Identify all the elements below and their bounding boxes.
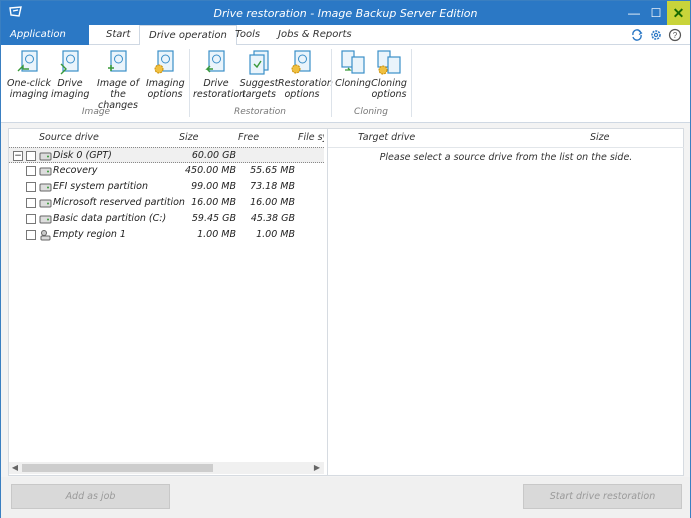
source-drive-pane: Source drive Size Free File sy − Disk 0 … [9,129,324,475]
tab-jobs-reports[interactable]: Jobs & Reports [269,25,361,45]
group-label-restoration: Restoration [234,107,286,117]
partition-name: Empty region 1 [53,229,126,240]
one-click-imaging-button[interactable]: One-click imaging [7,48,51,100]
scroll-right-icon[interactable]: ▶ [311,462,323,474]
cloning-button[interactable]: Cloning [335,48,371,89]
partition-name: Recovery [53,165,98,176]
partition-name: Microsoft reserved partition [53,197,185,208]
drive-imaging-icon [60,50,79,75]
one-click-imaging-icon [17,50,38,72]
header-divider [328,147,684,148]
row-checkbox[interactable] [26,166,36,176]
partition-size: 59.45 GB [191,213,236,224]
row-checkbox[interactable] [26,198,36,208]
tab-application-menu[interactable]: Application menu [1,25,89,60]
close-button[interactable]: ✕ [667,1,690,25]
partition-size: 450.00 MB [185,165,236,176]
suggest-targets-button[interactable]: Suggest targets [239,48,279,100]
tab-tools[interactable]: Tools [226,25,269,45]
refresh-icon[interactable] [630,28,644,42]
partition-size: 1.00 MB [197,229,236,240]
scroll-left-icon[interactable]: ◀ [9,462,21,474]
ribbon-toolbar: One-click imaging Drive imaging Image of… [1,45,690,123]
partition-icon [39,183,52,192]
target-placeholder-text: Please select a source drive from the li… [379,152,633,163]
restoration-options-icon [291,50,311,74]
table-row-empty-region[interactable]: Empty region 1 1.00 MB 1.00 MB [9,227,324,243]
collapse-icon[interactable]: − [13,151,23,161]
action-bar: Add as job Start drive restoration [1,477,690,518]
drive-name: Disk 0 (GPT) [53,150,112,161]
table-row-partition[interactable]: EFI system partition 99.00 MB 73.18 MB [9,179,324,195]
tab-drive-operation[interactable]: Drive operation [139,25,237,46]
start-drive-restoration-button[interactable]: Start drive restoration [523,484,682,509]
group-separator [331,49,332,117]
hard-disk-icon [39,152,52,161]
partition-icon [39,199,52,208]
partition-name: Basic data partition (C:) [53,213,167,224]
drive-size: 60.00 GB [191,150,236,161]
partition-size: 99.00 MB [191,181,236,192]
column-header-size[interactable]: Size [179,129,199,147]
partition-free: 1.00 MB [256,229,295,240]
application-window: Drive restoration - Image Backup Server … [0,0,691,518]
title-bar: Drive restoration - Image Backup Server … [1,1,690,25]
partition-free: 55.65 MB [250,165,295,176]
add-as-job-button[interactable]: Add as job [11,484,170,509]
partition-icon [39,215,52,224]
cloning-options-button[interactable]: Cloning options [371,48,407,100]
empty-region-icon [40,230,51,241]
settings-gear-icon[interactable] [649,28,663,42]
group-separator [189,49,190,117]
drive-imaging-button[interactable]: Drive imaging [51,48,89,100]
table-row-partition[interactable]: Basic data partition (C:) 59.45 GB 45.38… [9,211,324,227]
table-row-partition[interactable]: Recovery 450.00 MB 55.65 MB [9,163,324,179]
partition-free: 73.18 MB [250,181,295,192]
horizontal-scrollbar[interactable]: ◀ ▶ [9,462,324,474]
cloning-options-icon [377,50,401,75]
column-header-file-system[interactable]: File sy [298,129,324,147]
row-checkbox[interactable] [26,214,36,224]
restoration-options-button[interactable]: Restoration options [278,48,333,100]
drive-lists-area: Source drive Size Free File sy − Disk 0 … [8,128,684,476]
tab-start[interactable]: Start [97,25,139,45]
partition-free: 45.38 GB [250,213,295,224]
partition-free: 16.00 MB [250,197,295,208]
partition-icon [39,167,52,176]
group-separator [411,49,412,117]
svg-text:?: ? [673,31,678,40]
drive-restoration-icon [205,50,225,73]
column-header-target-size[interactable]: Size [590,129,610,147]
column-header-target-drive[interactable]: Target drive [358,129,415,147]
table-row-disk[interactable]: − Disk 0 (GPT) 60.00 GB [9,147,324,163]
row-checkbox[interactable] [26,182,36,192]
group-label-image: Image [81,107,111,117]
cloning-icon [341,50,365,74]
scrollbar-thumb[interactable] [22,464,213,472]
imaging-options-icon [154,50,174,74]
window-title: Drive restoration - Image Backup Server … [213,7,478,20]
image-of-changes-button[interactable]: Image of the changes [89,48,147,111]
suggest-targets-icon [249,50,269,75]
column-header-source-drive[interactable]: Source drive [39,129,99,147]
column-header-free[interactable]: Free [238,129,259,147]
target-drive-pane: Target drive Size Please select a source… [327,129,684,475]
image-changes-icon [108,50,127,72]
drive-restoration-button[interactable]: Drive restoration [193,48,245,100]
minimize-button[interactable]: — [623,1,645,25]
maximize-button[interactable]: ☐ [645,1,667,25]
row-checkbox[interactable] [26,151,36,161]
help-icon[interactable]: ? [668,28,682,42]
partition-size: 16.00 MB [191,197,236,208]
imaging-options-button[interactable]: Imaging options [146,48,185,100]
partition-name: EFI system partition [53,181,148,192]
group-label-cloning: Cloning [354,107,388,117]
ribbon-tabs: Application menu Start Drive operation T… [1,25,690,60]
row-checkbox[interactable] [26,230,36,240]
table-row-partition[interactable]: Microsoft reserved partition 16.00 MB 16… [9,195,324,211]
